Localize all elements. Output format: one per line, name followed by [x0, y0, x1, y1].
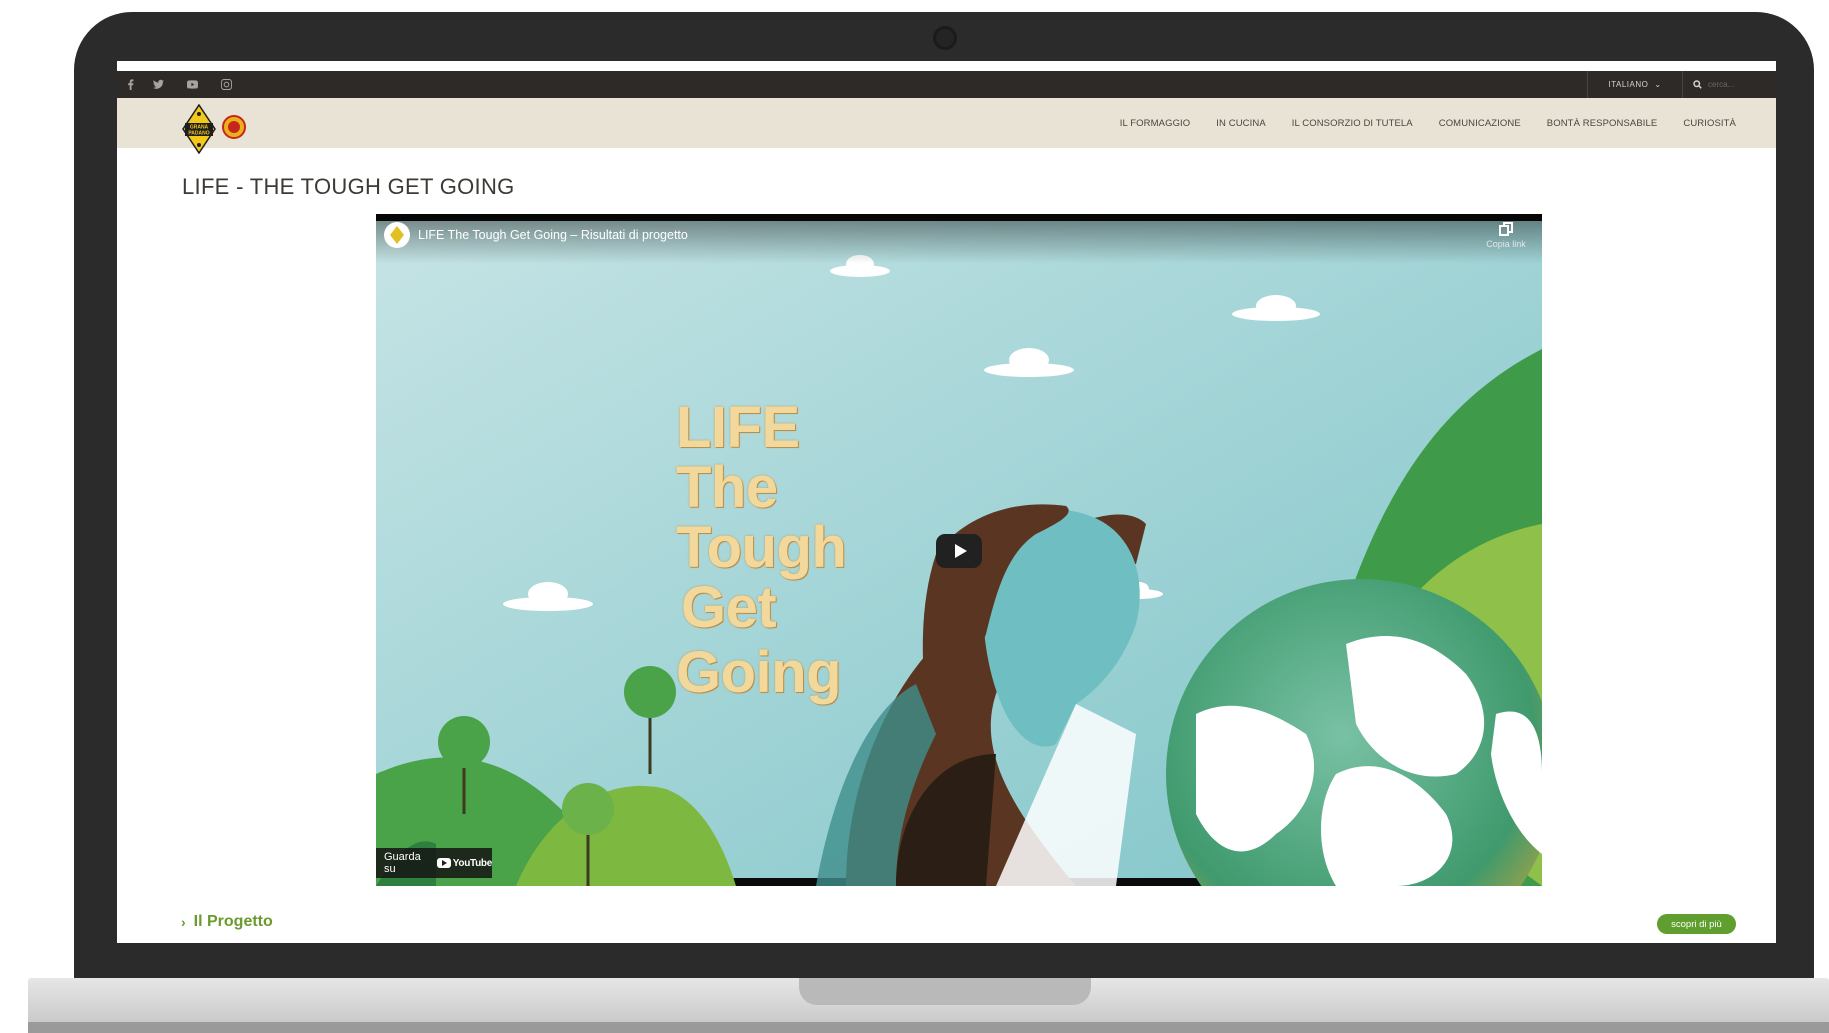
nav-item-in-cucina[interactable]: IN CUCINA: [1216, 118, 1265, 129]
website-screen: ITALIANO ⌄ cerca... GRANA PADANO IL FORM…: [117, 61, 1776, 943]
overlay-text-tough: Tough: [676, 515, 847, 580]
copy-link-button[interactable]: Copia link: [1484, 222, 1528, 249]
section-label: Il Progetto: [193, 913, 273, 930]
dop-seal-icon: [222, 115, 246, 139]
top-bar: ITALIANO ⌄ cerca...: [117, 71, 1776, 98]
overlay-text-get: Get: [681, 575, 777, 640]
youtube-logo-text: YouTube: [452, 857, 493, 869]
main-navbar: GRANA PADANO IL FORMAGGIO IN CUCINA IL C…: [117, 98, 1776, 154]
nav-item-bonta-responsabile[interactable]: BONTÀ RESPONSABILE: [1547, 118, 1658, 129]
search-icon: [1693, 80, 1702, 89]
search-field[interactable]: cerca...: [1693, 71, 1773, 98]
copy-link-label: Copia link: [1486, 239, 1526, 249]
youtube-logo-icon: YouTube: [436, 857, 493, 869]
youtube-icon[interactable]: [179, 71, 205, 98]
page-title: LIFE - THE TOUGH GET GOING: [182, 174, 515, 199]
search-placeholder: cerca...: [1708, 80, 1735, 89]
channel-avatar[interactable]: [384, 222, 410, 248]
overlay-text-the: The: [676, 455, 778, 520]
language-label: ITALIANO: [1608, 80, 1649, 89]
watch-on-youtube-button[interactable]: Guarda su YouTube: [376, 848, 492, 878]
play-button[interactable]: [936, 534, 982, 568]
nav-item-curiosita[interactable]: CURIOSITÀ: [1683, 118, 1736, 129]
nav-item-consorzio[interactable]: IL CONSORZIO DI TUTELA: [1292, 118, 1413, 129]
play-icon: [954, 544, 967, 558]
logo-text-padano: PADANO: [188, 131, 209, 137]
overlay-text-going: Going: [676, 640, 842, 705]
video-title[interactable]: LIFE The Tough Get Going – Risultati di …: [418, 228, 688, 242]
laptop-mockup: ITALIANO ⌄ cerca... GRANA PADANO IL FORM…: [0, 0, 1829, 1033]
nav-item-comunicazione[interactable]: COMUNICAZIONE: [1439, 118, 1521, 129]
overlay-text-life: LIFE: [676, 395, 800, 460]
section-progetto-link[interactable]: › Il Progetto: [181, 913, 273, 931]
chevron-right-icon: ›: [181, 914, 186, 930]
grana-padano-logo[interactable]: GRANA PADANO: [182, 104, 216, 154]
copy-icon: [1499, 222, 1513, 236]
nav-item-formaggio[interactable]: IL FORMAGGIO: [1120, 118, 1191, 129]
laptop-notch: [799, 978, 1091, 1005]
youtube-video-embed[interactable]: LIFE The Tough Get Going LIFE The Tough …: [376, 214, 1542, 886]
laptop-base-shadow: [28, 1022, 1829, 1033]
facebook-icon[interactable]: [117, 71, 143, 98]
chevron-down-icon: ⌄: [1654, 80, 1662, 89]
twitter-icon[interactable]: [145, 71, 171, 98]
webcam: [933, 26, 957, 50]
main-nav: IL FORMAGGIO IN CUCINA IL CONSORZIO DI T…: [1120, 98, 1736, 148]
instagram-icon[interactable]: [213, 71, 239, 98]
language-selector[interactable]: ITALIANO ⌄: [1587, 71, 1683, 98]
scopri-di-piu-button[interactable]: scopri di più: [1657, 914, 1736, 934]
watch-label: Guarda su: [384, 851, 421, 875]
